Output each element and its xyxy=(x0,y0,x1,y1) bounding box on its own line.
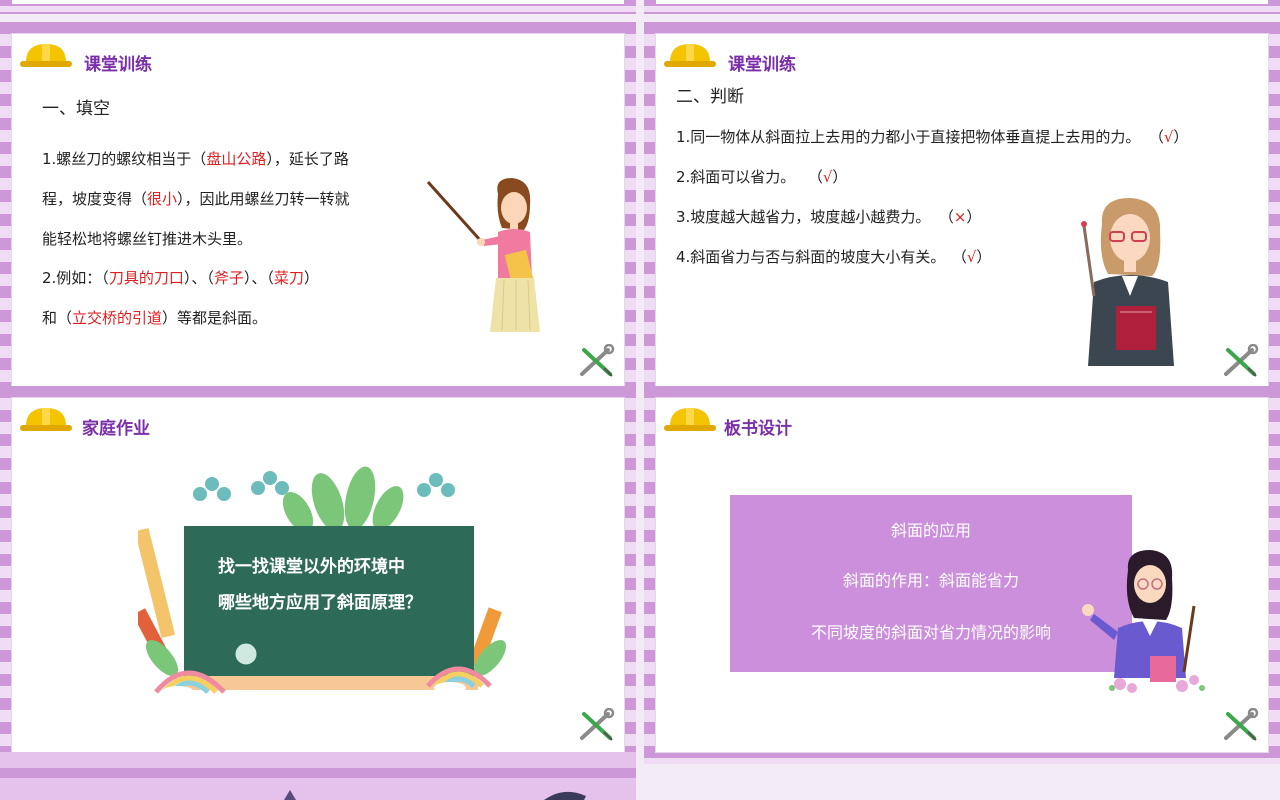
next-slide-stripe xyxy=(0,768,636,778)
judge-item-1: 1.同一物体从斜面拉上去用的力都小于直接把物体垂直提上去用的力。 （√） xyxy=(676,128,1189,146)
wrench-screwdriver-icon xyxy=(1224,708,1259,741)
slide-class-practice-fill[interactable]: 课堂训练 一、填空 1.螺丝刀的螺纹相当于（盘山公路），延长了路 程，坡度变得（… xyxy=(0,22,636,400)
judge-item-2: 2.斜面可以省力。 （√） xyxy=(676,168,848,186)
slide-card: 课堂训练 二、判断 1.同一物体从斜面拉上去用的力都小于直接把物体垂直提上去用的… xyxy=(656,34,1268,388)
summary-line-2: 斜面的作用：斜面能省力 xyxy=(842,571,1019,590)
slide-card: 家庭作业 找一找课堂以外的环境中 哪些地方应用了斜面原理？ xyxy=(12,398,624,752)
wrench-screwdriver-icon xyxy=(580,708,615,741)
slide-card: 板书设计 斜面的应用 斜面的作用：斜面能省力 不同坡度的斜面对省力情况的影响 xyxy=(656,398,1268,752)
section-heading: 一、填空 xyxy=(42,99,110,119)
summary-line-3: 不同坡度的斜面对省力情况的影响 xyxy=(810,623,1051,642)
teacher-waving-illustration xyxy=(1082,550,1205,693)
hard-hat-icon xyxy=(664,44,716,67)
decorative-shape-icon xyxy=(284,790,296,800)
slide-title: 课堂训练 xyxy=(728,55,796,75)
slide-homework[interactable]: 家庭作业 找一找课堂以外的环境中 哪些地方应用了斜面原理？ xyxy=(0,386,636,764)
teacher-with-book-illustration xyxy=(1081,198,1174,366)
slide-title: 课堂训练 xyxy=(84,55,152,75)
wrench-screwdriver-icon xyxy=(580,344,615,377)
wrench-screwdriver-icon xyxy=(1224,344,1259,377)
next-slide-preview[interactable] xyxy=(0,752,636,800)
slide-card: 课堂训练 一、填空 1.螺丝刀的螺纹相当于（盘山公路），延长了路 程，坡度变得（… xyxy=(12,34,624,388)
summary-line-1: 斜面的应用 xyxy=(890,521,971,540)
decorative-shape-icon xyxy=(544,791,586,800)
fill-line-3: 能轻松地将螺丝钉推进木头里。 xyxy=(42,230,253,248)
hard-hat-icon xyxy=(20,408,72,431)
hard-hat-icon xyxy=(664,408,716,431)
judge-item-4: 4.斜面省力与否与斜面的坡度大小有关。 （√） xyxy=(676,248,992,266)
fill-line-2: 程，坡度变得（很小），因此用螺丝刀转一转就 xyxy=(42,190,350,208)
chalkboard-illustration xyxy=(138,466,507,698)
chalkboard-text-line-1: 找一找课堂以外的环境中 xyxy=(218,557,405,577)
fill-line-4: 2.例如：（刀具的刀口）、（斧子）、（菜刀） xyxy=(42,269,319,287)
slide-class-practice-judge[interactable]: 课堂训练 二、判断 1.同一物体从斜面拉上去用的力都小于直接把物体垂直提上去用的… xyxy=(644,22,1280,400)
hard-hat-icon xyxy=(20,44,72,67)
teacher-with-pointer-illustration xyxy=(426,178,540,332)
prev-slide-strip-right xyxy=(644,0,1280,14)
slide-title: 家庭作业 xyxy=(82,419,150,439)
prev-slide-strip-left xyxy=(0,0,636,14)
judge-item-3: 3.坡度越大越省力，坡度越小越费力。 （×） xyxy=(676,208,982,226)
slide-board-design[interactable]: 板书设计 斜面的应用 斜面的作用：斜面能省力 不同坡度的斜面对省力情况的影响 xyxy=(644,386,1280,764)
fill-line-5: 和（立交桥的引道）等都是斜面。 xyxy=(42,309,268,327)
chalkboard-text-line-2: 哪些地方应用了斜面原理？ xyxy=(218,593,422,613)
fill-line-1: 1.螺丝刀的螺纹相当于（盘山公路），延长了路 xyxy=(42,150,349,168)
slide-title: 板书设计 xyxy=(724,419,792,439)
section-heading: 二、判断 xyxy=(676,87,744,107)
summary-box: 斜面的应用 斜面的作用：斜面能省力 不同坡度的斜面对省力情况的影响 xyxy=(730,495,1132,672)
